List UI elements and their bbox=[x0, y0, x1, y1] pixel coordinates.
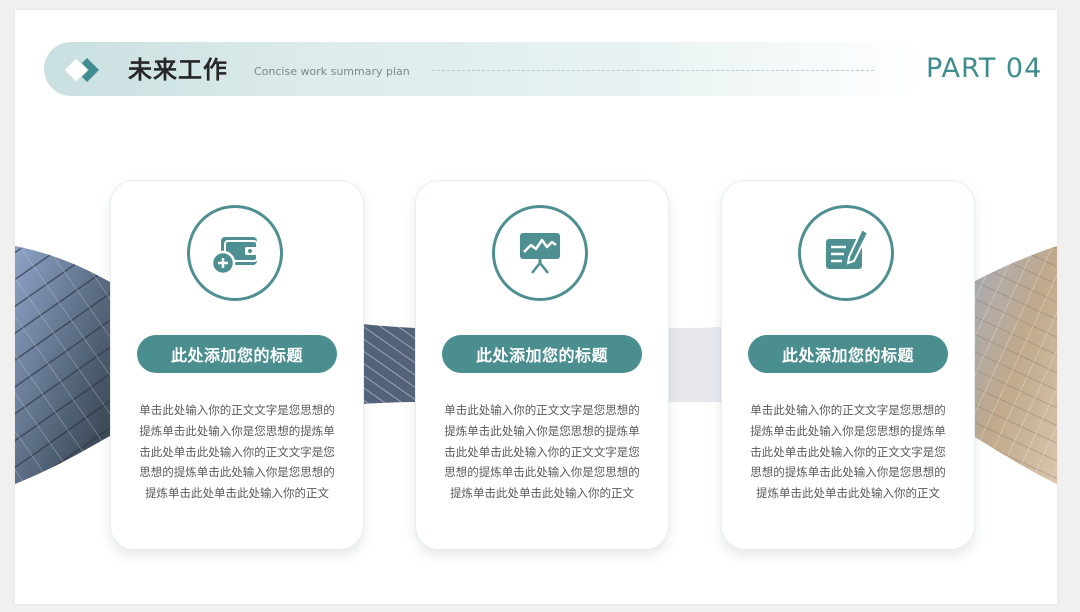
content-card-1: 此处添加您的标题 单击此处输入你的正文文字是您思想的提炼单击此处输入你是您思想的… bbox=[110, 180, 364, 550]
slide-canvas: 未来工作 Concise work summary plan PART 04 此… bbox=[15, 10, 1057, 604]
icon-circle bbox=[187, 205, 283, 301]
edit-document-icon bbox=[826, 227, 870, 269]
header-divider bbox=[432, 70, 874, 71]
wallet-icon bbox=[210, 237, 258, 276]
icon-circle bbox=[798, 205, 894, 301]
card-title-pill: 此处添加您的标题 bbox=[137, 335, 337, 373]
presentation-chart-icon bbox=[520, 233, 560, 274]
card-title-pill: 此处添加您的标题 bbox=[442, 335, 642, 373]
page-title: 未来工作 bbox=[128, 56, 228, 84]
part-label: PART 04 bbox=[926, 53, 1043, 84]
content-card-3: 此处添加您的标题 单击此处输入你的正文文字是您思想的提炼单击此处输入你是您思想的… bbox=[721, 180, 975, 550]
card-body-text: 单击此处输入你的正文文字是您思想的提炼单击此处输入你是您思想的提炼单击此处单击此… bbox=[139, 403, 335, 501]
card-body-text: 单击此处输入你的正文文字是您思想的提炼单击此处输入你是您思想的提炼单击此处单击此… bbox=[444, 403, 640, 501]
icon-circle bbox=[492, 205, 588, 301]
diamond-logo-icon bbox=[63, 57, 99, 83]
page-subtitle: Concise work summary plan bbox=[254, 65, 410, 78]
content-card-2: 此处添加您的标题 单击此处输入你的正文文字是您思想的提炼单击此处输入你是您思想的… bbox=[415, 180, 669, 550]
card-title-pill: 此处添加您的标题 bbox=[748, 335, 948, 373]
card-body-text: 单击此处输入你的正文文字是您思想的提炼单击此处输入你是您思想的提炼单击此处单击此… bbox=[750, 403, 946, 501]
